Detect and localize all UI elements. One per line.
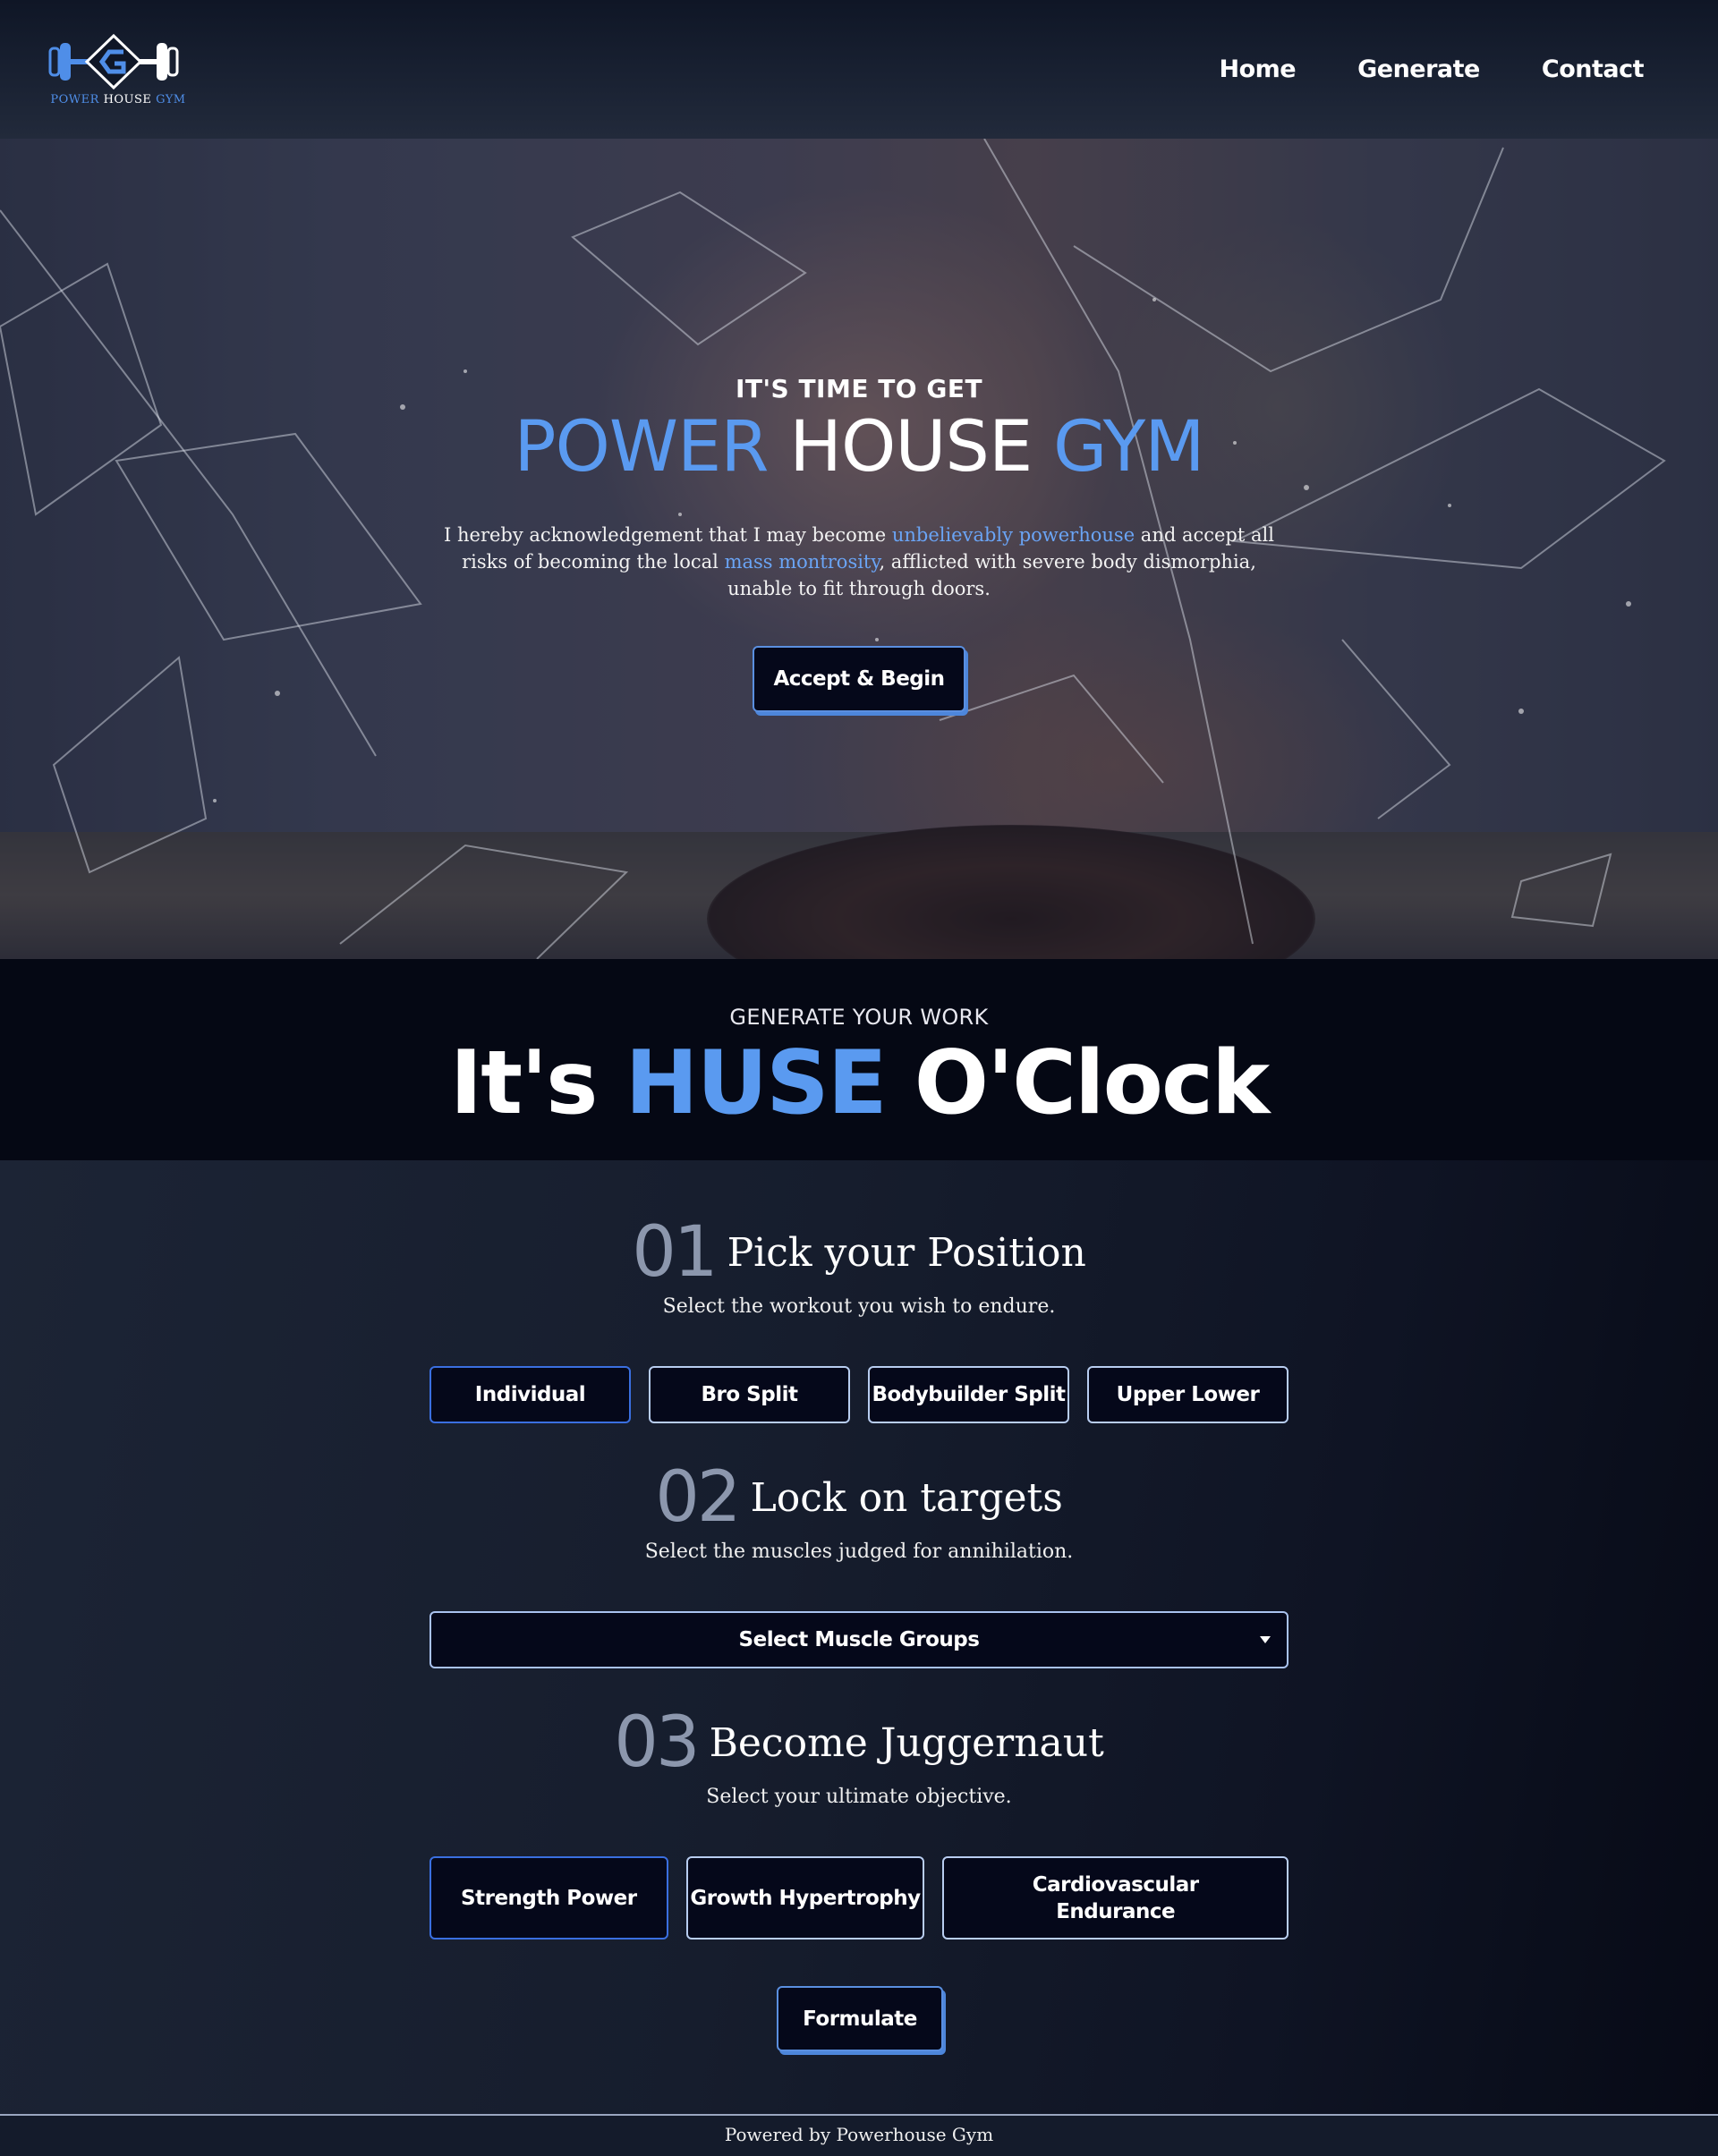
step-1-heading: 01 Pick your Position	[0, 1212, 1718, 1293]
objective-options: Strength Power Growth Hypertrophy Cardio…	[430, 1856, 1289, 1940]
option-individual[interactable]: Individual	[430, 1366, 631, 1423]
step-number: 01	[632, 1212, 718, 1293]
step-title: Lock on targets	[750, 1474, 1063, 1521]
generate-title-huse: HUSE	[625, 1032, 888, 1134]
formulate-button[interactable]: Formulate	[777, 1986, 943, 2051]
dumbbell-logo-icon	[48, 33, 179, 90]
hero-title: POWER HOUSE GYM	[0, 407, 1718, 488]
step-2-heading: 02 Lock on targets	[0, 1457, 1718, 1538]
footer: Powered by Powerhouse Gym	[0, 2114, 1718, 2156]
option-upper-lower[interactable]: Upper Lower	[1087, 1366, 1288, 1423]
step-title: Pick your Position	[727, 1229, 1086, 1276]
logo-word-gym: GYM	[156, 93, 186, 106]
option-bro-split[interactable]: Bro Split	[649, 1366, 850, 1423]
hero-section: IT'S TIME TO GET POWER HOUSE GYM I hereb…	[0, 139, 1718, 959]
accept-begin-button[interactable]: Accept & Begin	[753, 646, 965, 712]
footer-text: Powered by Powerhouse Gym	[724, 2124, 994, 2145]
hero-title-gym: GYM	[1053, 407, 1205, 488]
option-bodybuilder-split[interactable]: Bodybuilder Split	[868, 1366, 1069, 1423]
option-strength-power[interactable]: Strength Power	[430, 1856, 668, 1940]
workout-type-options: Individual Bro Split Bodybuilder Split U…	[430, 1366, 1288, 1423]
generator-steps: 01 Pick your Position Select the workout…	[0, 1160, 1718, 2114]
generate-banner: GENERATE YOUR WORK It's HUSE O'Clock	[0, 959, 1718, 1160]
step-number: 02	[655, 1457, 741, 1538]
hero-description: I hereby acknowledgement that I may beco…	[444, 524, 1274, 599]
nav-generate-link[interactable]: Generate	[1357, 55, 1480, 83]
step-2-subtitle: Select the muscles judged for annihilati…	[644, 1541, 1074, 1563]
site-header: POWER HOUSE GYM Home Generate Contact	[0, 0, 1718, 139]
hero-title-power: POWER	[514, 407, 769, 488]
main-nav: Home Generate Contact	[1220, 55, 1645, 83]
step-1-subtitle: Select the workout you wish to endure.	[662, 1295, 1056, 1318]
logo[interactable]: POWER HOUSE GYM	[47, 32, 190, 106]
generate-title: It's HUSE O'Clock	[449, 1032, 1270, 1134]
hero-kicker: IT'S TIME TO GET	[735, 374, 983, 403]
highlight-powerhouse: unbelievably powerhouse	[891, 524, 1135, 546]
step-number: 03	[614, 1702, 700, 1783]
option-growth-hypertrophy[interactable]: Growth Hypertrophy	[685, 1856, 925, 1940]
option-cardiovascular-endurance[interactable]: Cardiovascular Endurance	[942, 1856, 1289, 1940]
select-label: Select Muscle Groups	[738, 1628, 980, 1651]
nav-home-link[interactable]: Home	[1220, 55, 1297, 83]
step-3-heading: 03 Become Juggernaut	[0, 1702, 1718, 1783]
step-3-subtitle: Select your ultimate objective.	[706, 1786, 1012, 1808]
muscle-groups-select[interactable]: Select Muscle Groups	[430, 1611, 1288, 1668]
generate-kicker: GENERATE YOUR WORK	[729, 1005, 989, 1030]
highlight-montrosity: mass montrosity	[724, 551, 880, 573]
caret-down-icon	[1260, 1636, 1271, 1643]
hero-title-house: HOUSE	[789, 407, 1033, 488]
nav-contact-link[interactable]: Contact	[1542, 55, 1645, 83]
logo-word-power: POWER	[50, 93, 99, 106]
logo-word-house: HOUSE	[103, 93, 152, 106]
step-title: Become Juggernaut	[709, 1719, 1104, 1766]
